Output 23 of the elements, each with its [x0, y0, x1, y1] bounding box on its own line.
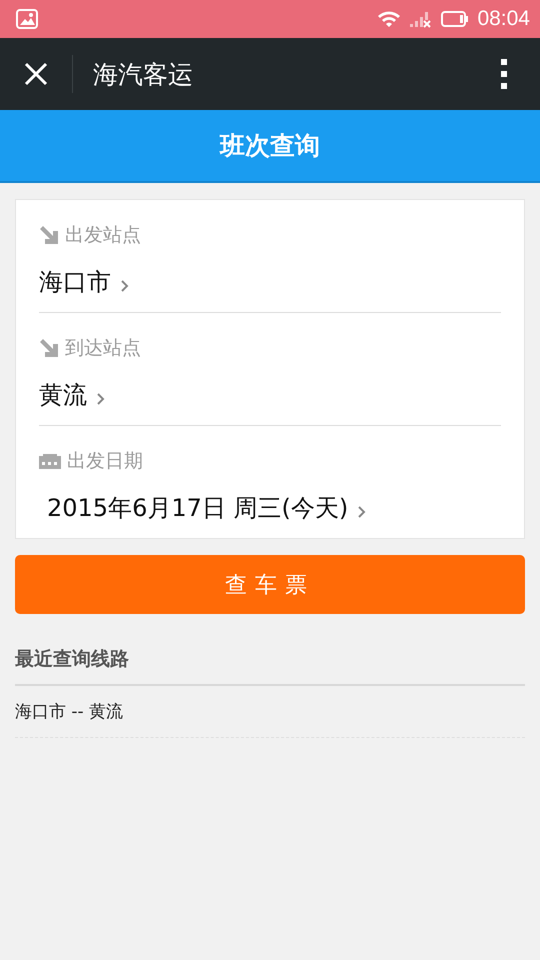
signal-icon [409, 10, 434, 28]
field-label: 出发站点 [65, 223, 141, 248]
field-label: 到达站点 [65, 336, 141, 361]
chevron-icon [97, 393, 105, 405]
wifi-icon [377, 10, 402, 28]
close-icon [24, 62, 48, 86]
page-title: 班次查询 [220, 130, 320, 162]
battery-icon [441, 11, 470, 27]
field-value[interactable]: 2015年6月17日 周三(今天) [39, 492, 501, 524]
field-value[interactable]: 黄流 [39, 379, 501, 411]
recent-route-item[interactable]: 海口市 -- 黄流 [15, 686, 525, 738]
chevron-icon [121, 280, 129, 292]
more-icon [501, 59, 507, 89]
arrow-icon [39, 225, 59, 245]
app-title: 海汽客运 [93, 58, 194, 90]
recent-routes-title: 最近查询线路 [15, 646, 525, 686]
status-time: 08:04 [477, 7, 530, 31]
field-label: 出发日期 [67, 449, 143, 474]
field-value[interactable]: 海口市 [39, 266, 501, 298]
chevron-icon [358, 506, 366, 518]
arrow-icon [39, 338, 59, 358]
bus-icon [39, 453, 61, 469]
image-icon [16, 9, 38, 29]
